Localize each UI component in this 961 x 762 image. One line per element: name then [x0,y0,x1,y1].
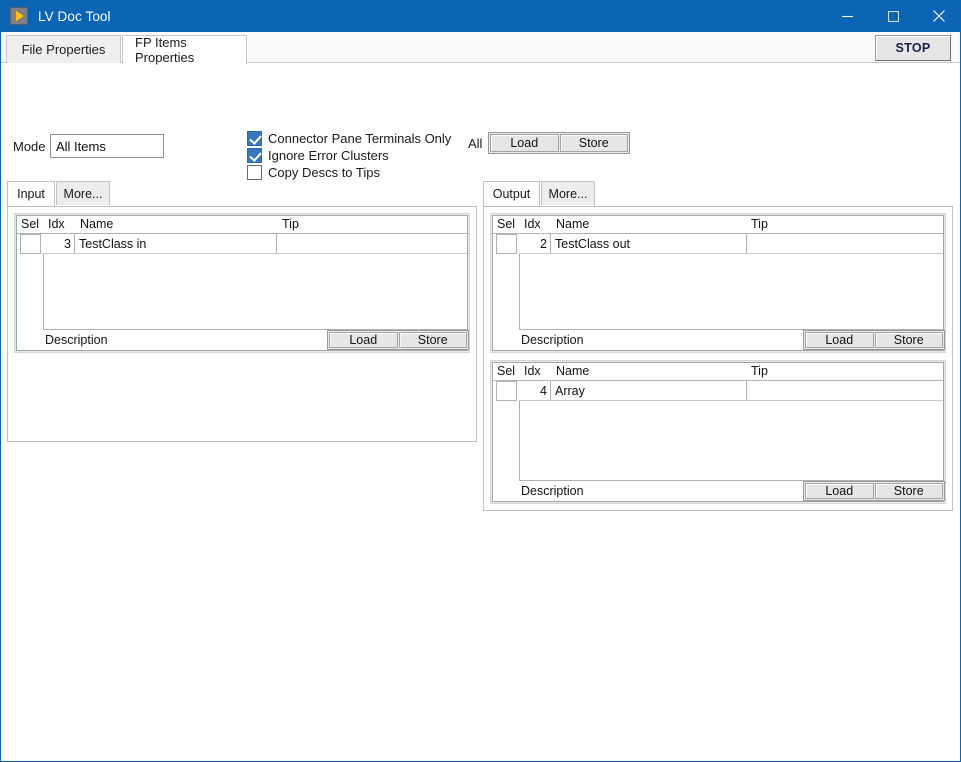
cell-idx: 4 [519,381,551,401]
row-select-checkbox[interactable] [20,234,41,254]
column-header-tip: Tip [751,364,768,378]
output-description-row-1: Description Load Store [493,330,945,352]
cell-tip[interactable] [277,234,467,254]
table-empty-divider [519,254,520,330]
column-header-sel: Sel [21,217,40,231]
column-header-name: Name [80,217,114,231]
output-tab-strip: Output More... [483,181,953,206]
column-header-tip: Tip [751,217,768,231]
output-items-frame-1: Sel Idx Name Tip 2 TestClass out Descrip… [490,213,946,353]
description-label: Description [521,333,584,347]
checkbox-label: Connector Pane Terminals Only [268,131,452,146]
input-load-button[interactable]: Load [329,332,398,348]
cell-idx: 3 [43,234,75,254]
title-bar: LV Doc Tool [1,0,960,32]
checkbox-box[interactable] [247,148,262,163]
checkbox-box[interactable] [247,165,262,180]
column-header-idx: Idx [524,217,541,231]
cell-name[interactable]: TestClass out [551,234,747,254]
window-controls [824,0,960,32]
app-window: LV Doc Tool File Properties FP Items Pro… [0,0,961,762]
input-tab-strip: Input More... [7,181,477,206]
cell-name[interactable]: Array [551,381,747,401]
tab-output[interactable]: Output [483,181,540,206]
table-empty-divider [519,401,520,481]
column-header-sel: Sel [497,217,516,231]
table-header-row: Sel Idx Name Tip [493,216,943,234]
output-description-row-2: Description Load Store [493,481,945,503]
output-items-table-2: Sel Idx Name Tip 4 Array Description Loa… [493,363,945,503]
checkbox-label: Copy Descs to Tips [268,165,380,180]
tab-file-properties[interactable]: File Properties [6,35,121,63]
table-row[interactable]: 4 Array [493,381,943,401]
cell-idx: 2 [519,234,551,254]
mode-label: Mode [13,139,46,154]
tab-fp-items-properties[interactable]: FP Items Properties [122,35,247,65]
column-header-name: Name [556,364,590,378]
input-load-store-group: Load Store [327,330,469,350]
output-load-button-1[interactable]: Load [805,332,874,348]
input-description-row: Description Load Store [17,330,469,352]
input-items-table: Sel Idx Name Tip 3 TestClass in Descript… [17,216,469,352]
window-title: LV Doc Tool [38,8,111,24]
all-load-button[interactable]: Load [490,134,559,152]
all-load-store-group: Load Store [488,132,630,154]
output-store-button-2[interactable]: Store [874,483,943,499]
table-header-row: Sel Idx Name Tip [17,216,467,234]
stop-button[interactable]: STOP [875,35,951,61]
cell-tip[interactable] [747,234,943,254]
output-items-frame-2: Sel Idx Name Tip 4 Array Description Loa… [490,360,946,504]
main-content: Mode All Items Connector Pane Terminals … [1,63,960,730]
column-header-tip: Tip [282,217,299,231]
output-store-button-1[interactable]: Store [874,332,943,348]
column-header-idx: Idx [524,364,541,378]
input-items-frame: Sel Idx Name Tip 3 TestClass in Descript… [14,213,470,353]
top-tab-strip: File Properties FP Items Properties [1,32,960,65]
output-panel-body: Sel Idx Name Tip 2 TestClass out Descrip… [483,206,953,511]
tab-output-more[interactable]: More... [541,181,595,205]
row-select-checkbox[interactable] [496,381,517,401]
description-label: Description [521,484,584,498]
input-panel-body: Sel Idx Name Tip 3 TestClass in Descript… [7,206,477,442]
checkbox-ignore-error-clusters[interactable]: Ignore Error Clusters [247,148,389,163]
all-label: All [468,136,483,151]
cell-tip[interactable] [747,381,943,401]
minimize-icon[interactable] [824,0,870,32]
input-store-button[interactable]: Store [398,332,467,348]
tab-input[interactable]: Input [7,181,55,206]
table-header-row: Sel Idx Name Tip [493,363,943,381]
column-header-name: Name [556,217,590,231]
table-empty-divider [43,254,44,330]
output-load-button-2[interactable]: Load [805,483,874,499]
mode-input[interactable]: All Items [50,134,164,158]
checkbox-box[interactable] [247,131,262,146]
table-row[interactable]: 2 TestClass out [493,234,943,254]
row-select-checkbox[interactable] [496,234,517,254]
column-header-idx: Idx [48,217,65,231]
column-header-sel: Sel [497,364,516,378]
cell-name[interactable]: TestClass in [75,234,277,254]
tab-input-more[interactable]: More... [56,181,110,205]
output-items-table-1: Sel Idx Name Tip 2 TestClass out Descrip… [493,216,945,352]
labview-run-icon [10,7,28,25]
output-load-store-group-1: Load Store [803,330,945,350]
all-store-button[interactable]: Store [559,134,628,152]
description-label: Description [45,333,108,347]
output-load-store-group-2: Load Store [803,481,945,501]
checkbox-copy-descs-to-tips[interactable]: Copy Descs to Tips [247,165,380,180]
checkbox-label: Ignore Error Clusters [268,148,389,163]
maximize-icon[interactable] [870,0,916,32]
close-icon[interactable] [916,0,960,32]
checkbox-connector-pane-terminals-only[interactable]: Connector Pane Terminals Only [247,131,451,146]
table-row[interactable]: 3 TestClass in [17,234,467,254]
